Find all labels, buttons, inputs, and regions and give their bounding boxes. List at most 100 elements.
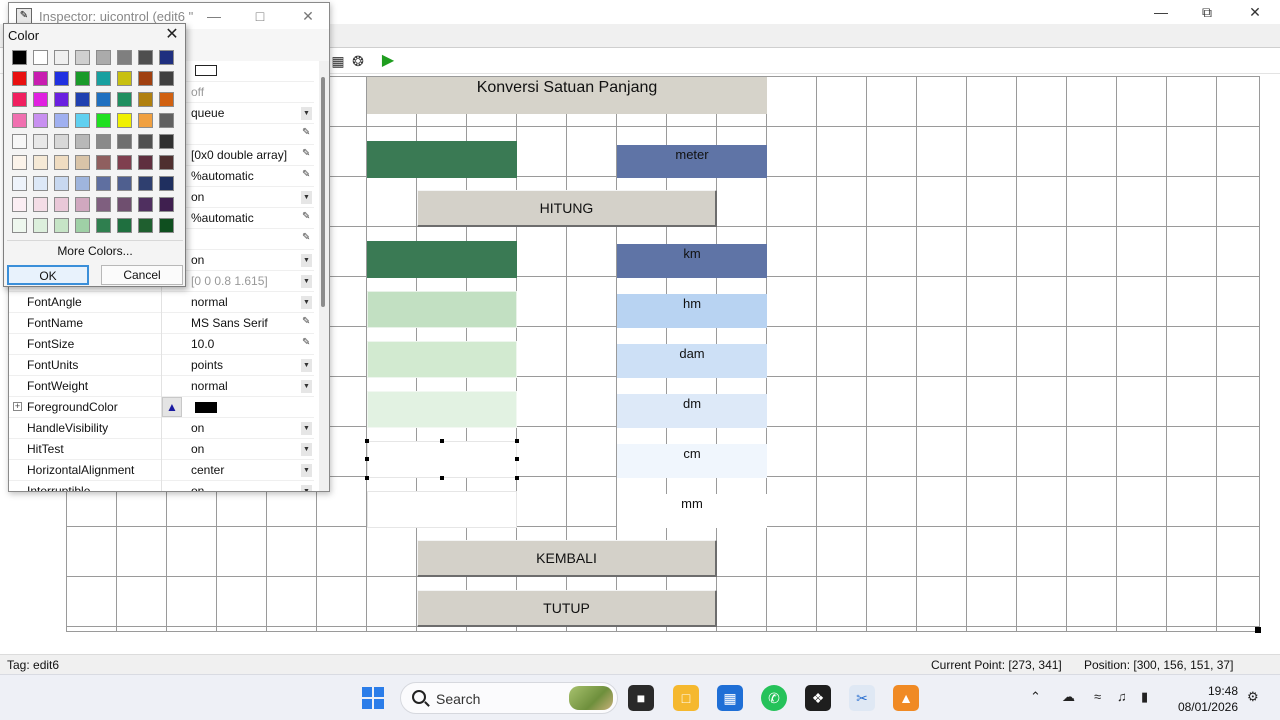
property-value[interactable]: 10.0	[191, 337, 214, 351]
property-value[interactable]: %automatic	[191, 169, 254, 183]
color-swatch[interactable]	[96, 155, 111, 170]
more-colors-button[interactable]: More Colors...	[7, 240, 183, 260]
volume-icon[interactable]: ♫	[1117, 689, 1127, 704]
ok-button[interactable]: OK	[7, 265, 89, 285]
selection-handle[interactable]	[440, 439, 444, 443]
edit-pencil-icon[interactable]: ✎	[302, 232, 310, 243]
color-swatch[interactable]	[33, 197, 48, 212]
property-row[interactable]: Interruptible on ▼	[9, 481, 314, 491]
selection-handle[interactable]	[515, 439, 519, 443]
property-row[interactable]: HitTest on ▼	[9, 439, 314, 460]
inspector-maximize-icon[interactable]: □	[245, 7, 275, 25]
canvas-resize-handle[interactable]	[1255, 627, 1261, 633]
run-figure-icon[interactable]: ▶	[378, 52, 398, 70]
inspector-close-icon[interactable]: ✕	[293, 7, 323, 25]
color-swatch[interactable]	[117, 50, 132, 65]
minimize-icon[interactable]: —	[1138, 0, 1184, 24]
color-swatch[interactable]	[33, 113, 48, 128]
color-swatch[interactable]	[117, 134, 132, 149]
color-swatch[interactable]	[159, 113, 174, 128]
property-value[interactable]: on	[191, 421, 204, 435]
color-swatch[interactable]	[54, 50, 69, 65]
color-swatch[interactable]	[96, 218, 111, 233]
dropdown-arrow-icon[interactable]: ▼	[301, 296, 312, 309]
color-swatch[interactable]	[54, 134, 69, 149]
color-picker-close-icon[interactable]: ✕	[162, 25, 182, 45]
label-mm[interactable]: mm	[617, 494, 767, 528]
color-swatch[interactable]	[33, 134, 48, 149]
color-swatch[interactable]	[138, 134, 153, 149]
onedrive-icon[interactable]: ☁	[1062, 689, 1075, 705]
color-swatch[interactable]	[12, 92, 27, 107]
color-swatch[interactable]	[96, 50, 111, 65]
color-swatch[interactable]	[117, 218, 132, 233]
color-swatch[interactable]	[75, 155, 90, 170]
color-swatch[interactable]	[33, 92, 48, 107]
color-swatch[interactable]	[159, 134, 174, 149]
property-value[interactable]: points	[191, 358, 223, 372]
output-hm-edit[interactable]	[367, 291, 517, 328]
color-swatch[interactable]	[117, 92, 132, 107]
chevron-up-icon[interactable]: ⌃	[1030, 689, 1041, 705]
color-swatch[interactable]	[54, 113, 69, 128]
dropdown-arrow-icon[interactable]: ▼	[301, 107, 312, 120]
output-mm-edit[interactable]	[367, 491, 517, 528]
property-row[interactable]: FontName MS Sans Serif ✎	[9, 313, 314, 334]
battery-icon[interactable]: ▮	[1141, 689, 1148, 705]
color-swatch[interactable]	[75, 92, 90, 107]
color-swatch[interactable]	[54, 197, 69, 212]
store-icon[interactable]: ▦	[717, 685, 743, 711]
hitung-button[interactable]: HITUNG	[417, 190, 717, 227]
color-swatch[interactable]	[96, 113, 111, 128]
property-value[interactable]: on	[191, 190, 204, 204]
color-swatch[interactable]	[138, 176, 153, 191]
color-swatch[interactable]	[159, 50, 174, 65]
color-picker-button-icon[interactable]: ▲	[162, 397, 182, 417]
color-swatch[interactable]	[12, 113, 27, 128]
windows-start-icon[interactable]	[362, 687, 384, 709]
color-swatch[interactable]	[138, 113, 153, 128]
label-cm[interactable]: cm	[617, 444, 767, 478]
notification-icon[interactable]: ⚙	[1247, 689, 1259, 705]
color-swatch[interactable]	[117, 197, 132, 212]
output-km-edit[interactable]	[367, 241, 517, 278]
selection-handle[interactable]	[365, 476, 369, 480]
property-row[interactable]: HorizontalAlignment center ▼	[9, 460, 314, 481]
edit-pencil-icon[interactable]: ✎	[302, 316, 310, 327]
whatsapp-icon[interactable]: ✆	[761, 685, 787, 711]
color-swatch[interactable]	[96, 134, 111, 149]
color-swatch[interactable]	[33, 176, 48, 191]
close-icon[interactable]: ✕	[1232, 0, 1278, 24]
property-value[interactable]: on	[191, 484, 204, 491]
kembali-button[interactable]: KEMBALI	[417, 540, 717, 577]
property-value[interactable]: normal	[191, 295, 228, 309]
color-swatch[interactable]	[12, 50, 27, 65]
color-swatch[interactable]	[117, 155, 132, 170]
color-swatch[interactable]	[96, 71, 111, 86]
label-dm[interactable]: dm	[617, 394, 767, 428]
label-km[interactable]: km	[617, 244, 767, 278]
selection-handle[interactable]	[365, 457, 369, 461]
dropdown-arrow-icon[interactable]: ▼	[301, 443, 312, 456]
property-value[interactable]: on	[191, 442, 204, 456]
edit-pencil-icon[interactable]: ✎	[302, 148, 310, 159]
color-swatch[interactable]	[138, 92, 153, 107]
color-swatch[interactable]	[54, 155, 69, 170]
color-swatch[interactable]	[33, 218, 48, 233]
input-meter-edit[interactable]	[367, 141, 517, 178]
dropdown-arrow-icon[interactable]: ▼	[301, 380, 312, 393]
task-view-icon[interactable]: ■	[628, 685, 654, 711]
property-value[interactable]: on	[191, 253, 204, 267]
color-swatch[interactable]	[54, 71, 69, 86]
matlab-icon[interactable]: ▲	[893, 685, 919, 711]
edit-pencil-icon[interactable]: ✎	[302, 337, 310, 348]
property-value[interactable]: queue	[191, 106, 224, 120]
property-value[interactable]: off	[191, 85, 204, 99]
restore-icon[interactable]: ⧉	[1184, 0, 1230, 24]
clock[interactable]: 19:48 08/01/2026	[1172, 683, 1238, 715]
output-cm-edit[interactable]	[367, 441, 517, 478]
color-swatch[interactable]	[159, 218, 174, 233]
color-swatch[interactable]	[33, 50, 48, 65]
label-hm[interactable]: hm	[617, 294, 767, 328]
property-row[interactable]: FontWeight normal ▼	[9, 376, 314, 397]
